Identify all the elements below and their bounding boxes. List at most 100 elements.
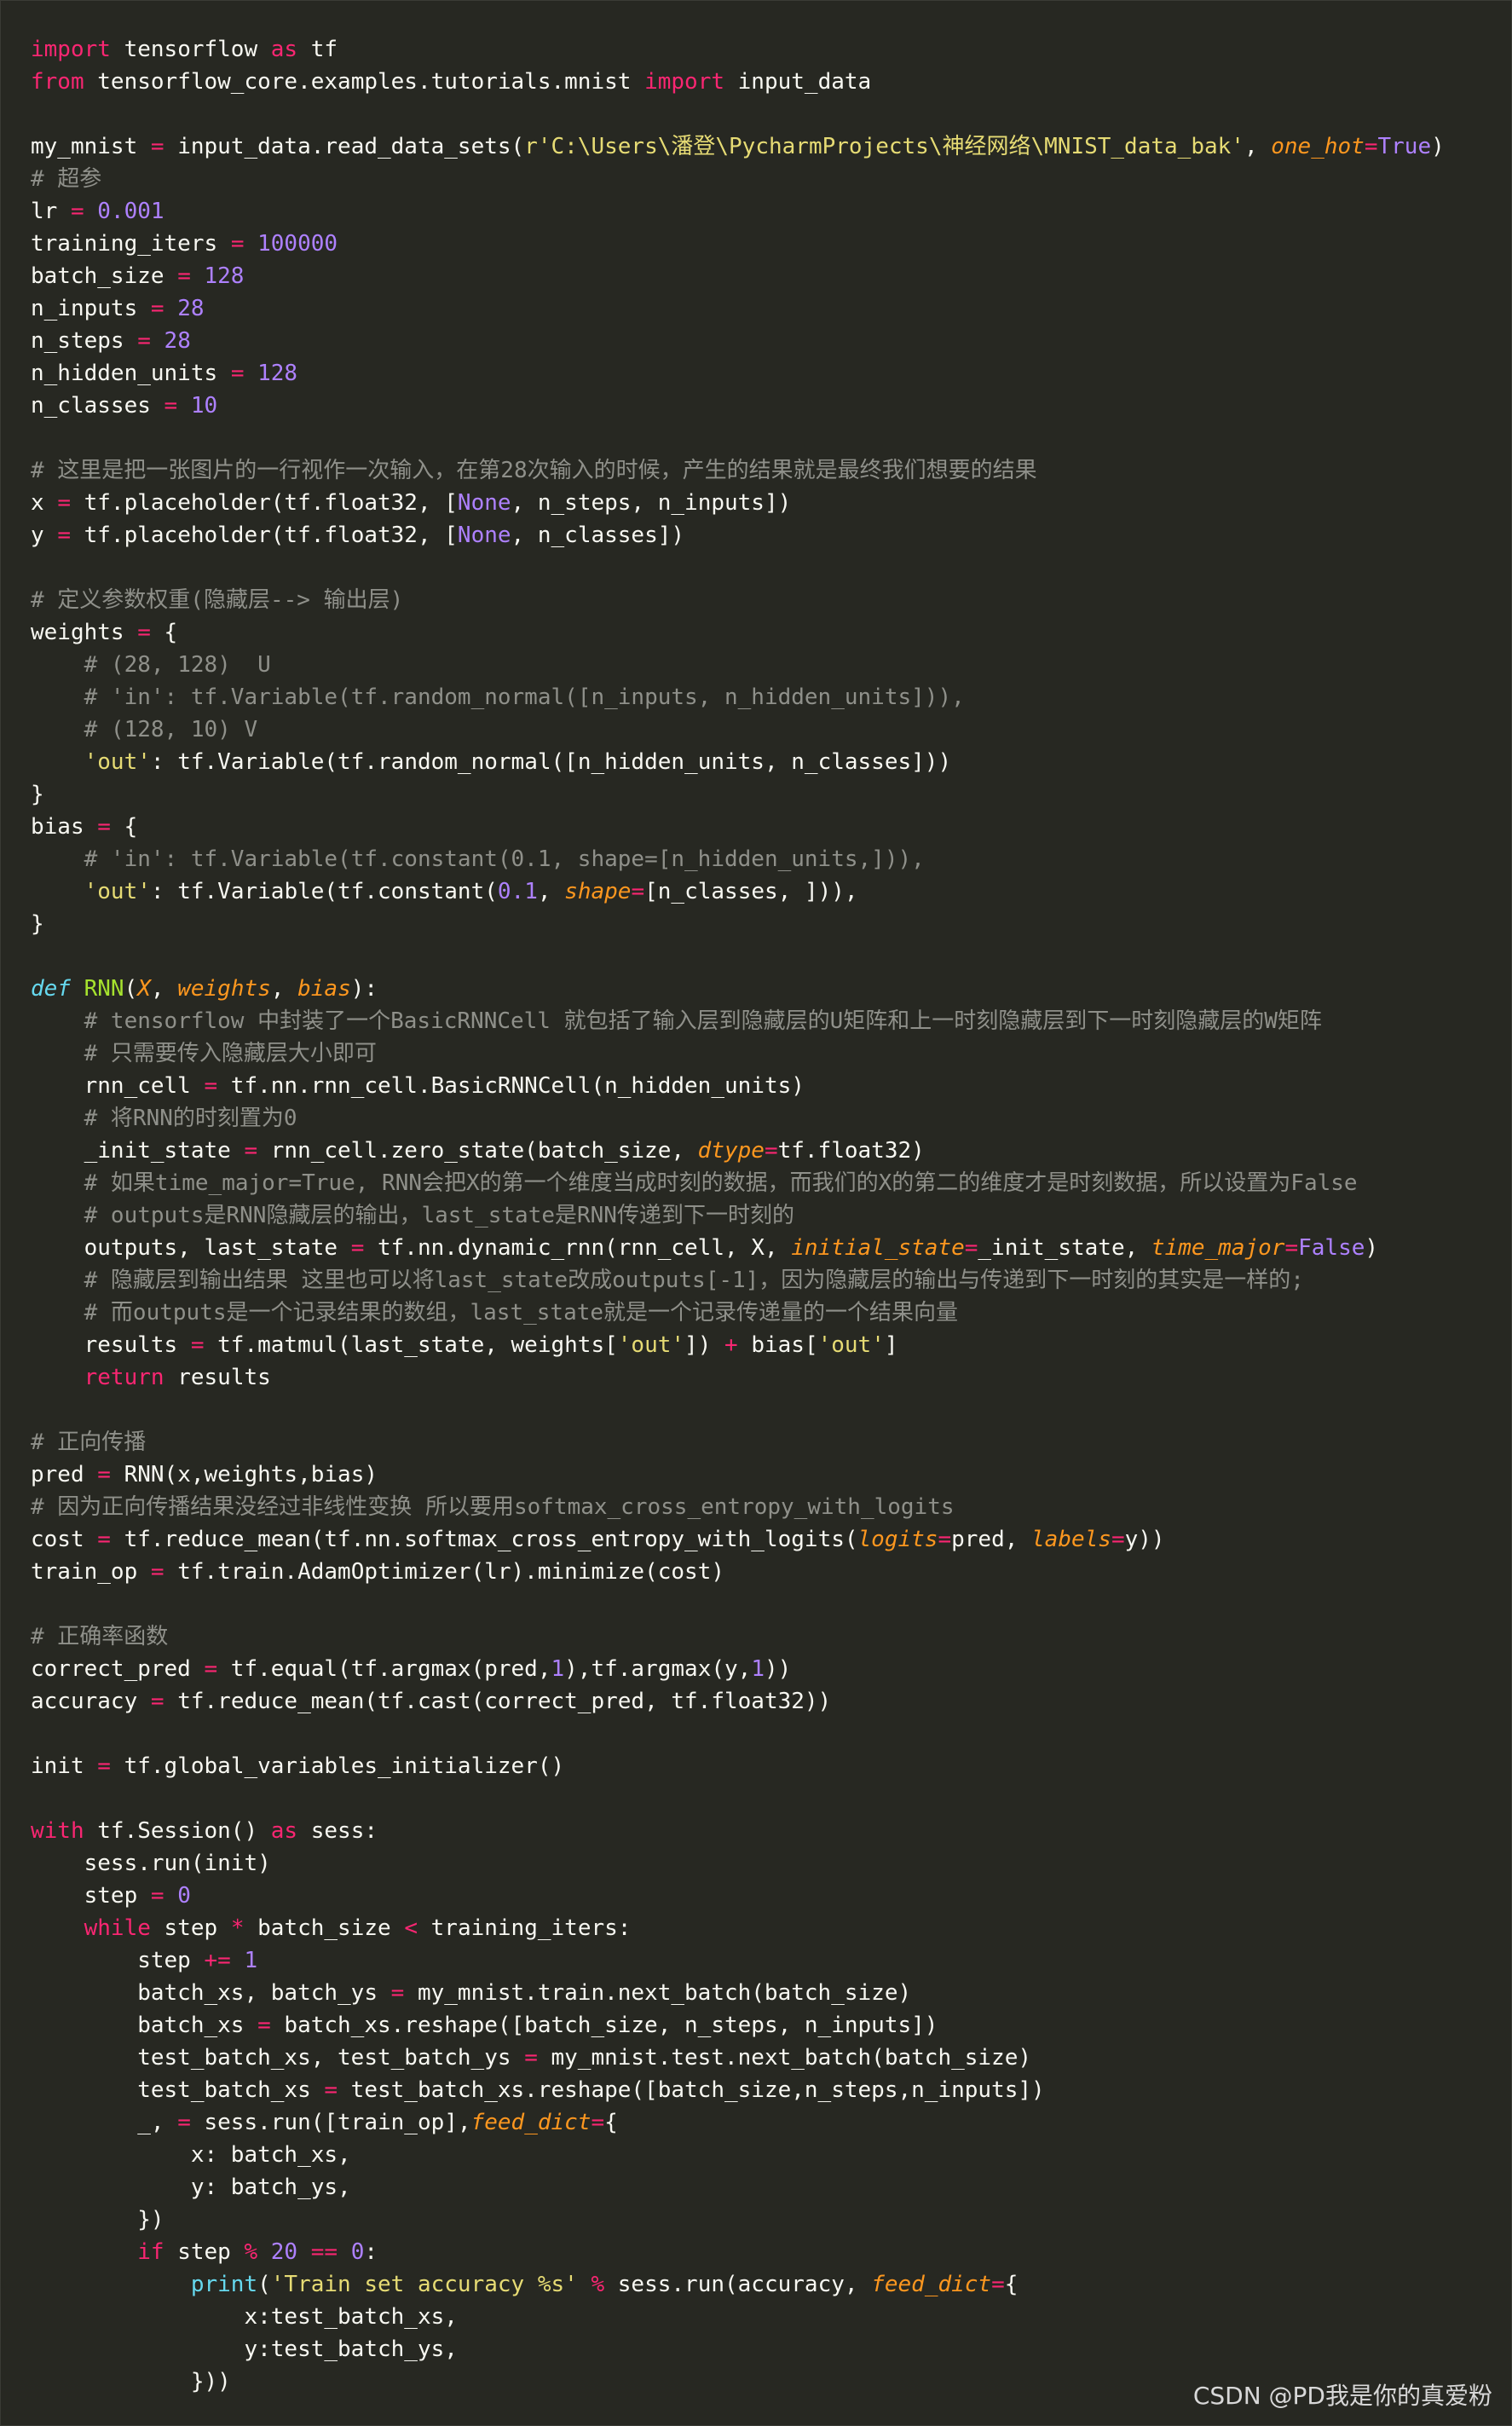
code-line: # 定义参数权重(隐藏层--> 输出层) — [31, 584, 1494, 616]
string-literal: 'out' — [617, 1332, 685, 1358]
comment: # 超参 — [31, 166, 102, 192]
code-text: step — [31, 1883, 151, 1909]
constant: None — [457, 490, 511, 516]
keyword: with — [31, 1818, 84, 1844]
code-line: n_steps = 28 — [31, 325, 1494, 357]
parameter-name: bias — [297, 976, 351, 1002]
code-text: rnn_cell — [31, 1073, 205, 1099]
code-text: n_steps — [31, 328, 138, 354]
operator: = — [591, 2110, 605, 2135]
code-text: } — [31, 911, 44, 937]
string-literal: 'out' — [817, 1332, 885, 1358]
code-text: tf.reduce_mean(tf.cast(correct_pred, tf.… — [164, 1689, 832, 1714]
code-line: outputs, last_state = tf.nn.dynamic_rnn(… — [31, 1232, 1494, 1264]
parameter-name: logits — [857, 1527, 938, 1552]
code-line: # (28, 128) U — [31, 649, 1494, 681]
operator: + — [724, 1332, 738, 1358]
keyword: import — [644, 69, 724, 95]
code-text: rnn_cell.zero_state(batch_size, — [257, 1138, 698, 1164]
code-text: , — [1244, 134, 1272, 159]
code-text: pred — [31, 1462, 98, 1487]
code-line: n_hidden_units = 128 — [31, 357, 1494, 390]
code-text: })) — [31, 2369, 231, 2394]
number-literal: 10 — [190, 393, 218, 419]
operator: * — [230, 1915, 245, 1941]
code-text: batch_size — [244, 1915, 405, 1941]
number-literal: 128 — [257, 361, 298, 386]
code-text: x: batch_xs, — [31, 2142, 351, 2168]
code-line: n_inputs = 28 — [31, 292, 1494, 325]
code-line: # 因为正向传播结果没经过非线性变换 所以要用softmax_cross_ent… — [31, 1491, 1494, 1523]
code-text: my_mnist.train.next_batch(batch_size) — [404, 1980, 912, 2006]
parameter-name: labels — [1031, 1527, 1111, 1552]
code-line: 'out': tf.Variable(tf.constant(0.1, shap… — [31, 875, 1494, 908]
code-text: my_mnist — [31, 134, 151, 159]
code-text: { — [1004, 2272, 1019, 2297]
keyword: as — [270, 1818, 298, 1844]
comment: # 因为正向传播结果没经过非线性变换 所以要用softmax_cross_ent… — [31, 1494, 955, 1520]
code-text: tf.placeholder(tf.float32, [ — [70, 523, 458, 548]
code-text: x:test_batch_xs, — [31, 2304, 458, 2330]
code-text: tf.global_variables_initializer() — [110, 1753, 565, 1779]
comment: # 'in': tf.Variable(tf.constant(0.1, sha… — [84, 846, 925, 872]
code-text: test_batch_xs — [31, 2077, 325, 2103]
code-text: n_inputs — [31, 296, 151, 321]
code-text: { — [604, 2110, 618, 2135]
number-literal: 100000 — [257, 231, 338, 257]
code-text: _, — [31, 2110, 178, 2135]
comment: # outputs是RNN隐藏层的输出，last_state是RNN传递到下一时… — [84, 1203, 794, 1228]
code-text: test_batch_xs, test_batch_ys — [31, 2045, 525, 2071]
code-text: ) — [1365, 1235, 1379, 1261]
code-line: n_classes = 10 — [31, 390, 1494, 422]
code-line: # 超参 — [31, 163, 1494, 195]
operator: = — [1284, 1235, 1299, 1261]
code-text: batch_xs — [31, 2013, 258, 2038]
code-text: ( — [257, 2272, 271, 2297]
comment: # (128, 10) V — [84, 717, 258, 742]
code-line: results = tf.matmul(last_state, weights[… — [31, 1329, 1494, 1361]
code-line: # outputs是RNN隐藏层的输出，last_state是RNN传递到下一时… — [31, 1199, 1494, 1232]
code-line: y: batch_ys, — [31, 2171, 1494, 2204]
code-line: # (128, 10) V — [31, 713, 1494, 746]
parameter-name: shape — [564, 879, 632, 904]
code-text: ]) — [684, 1332, 725, 1358]
comment: # 正向传播 — [31, 1430, 147, 1455]
code-line: correct_pred = tf.equal(tf.argmax(pred,1… — [31, 1653, 1494, 1685]
operator: = — [137, 620, 151, 645]
code-line: # 而outputs是一个记录结果的数组，last_state就是一个记录传递量… — [31, 1297, 1494, 1329]
code-line: step = 0 — [31, 1880, 1494, 1912]
code-text: x — [31, 490, 58, 516]
code-text: : — [364, 2239, 378, 2265]
operator: = — [57, 523, 71, 548]
code-line: 'out': tf.Variable(tf.random_normal([n_h… — [31, 746, 1494, 778]
operator: = — [97, 1527, 111, 1552]
code-text: ) — [1431, 134, 1445, 159]
code-text: y)) — [1124, 1527, 1165, 1552]
parameter-name: one_hot — [1271, 134, 1365, 159]
code-text: , — [150, 976, 178, 1002]
code-line: pred = RNN(x,weights,bias) — [31, 1458, 1494, 1491]
code-text: tf.matmul(last_state, weights[ — [204, 1332, 618, 1358]
code-line: # 隐藏层到输出结果 这里也可以将last_state改成outputs[-1]… — [31, 1264, 1494, 1297]
code-text: tensorflow — [110, 37, 271, 62]
operator: = — [97, 1753, 111, 1779]
code-line: y = tf.placeholder(tf.float32, [None, n_… — [31, 519, 1494, 552]
operator: = — [991, 2272, 1005, 2297]
